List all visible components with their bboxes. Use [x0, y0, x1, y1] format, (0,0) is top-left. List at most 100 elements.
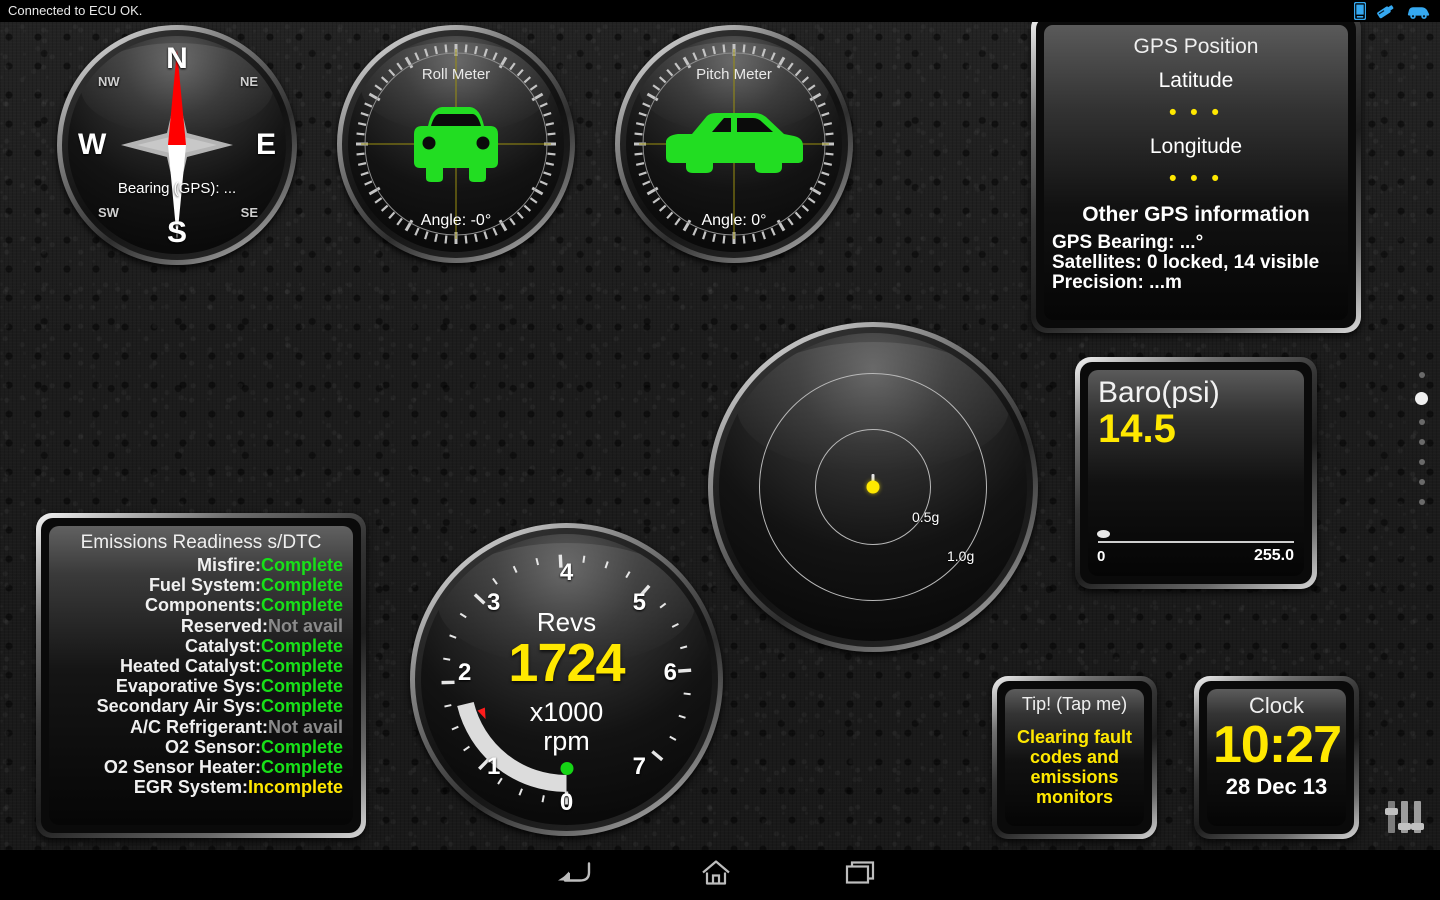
emissions-row: Heated Catalyst:Complete [59, 656, 343, 676]
emissions-row-status: Complete [260, 575, 343, 596]
gps-latitude-label: Latitude [1158, 69, 1234, 92]
emissions-panel-body: Emissions Readiness s/DTC Misfire:Comple… [49, 526, 353, 825]
page-dot[interactable] [1418, 439, 1425, 445]
compass-bearing-readout: Bearing (GPS): ... [117, 180, 237, 197]
emissions-row: Secondary Air Sys:Complete [59, 696, 343, 716]
emissions-row-label: O2 Sensor Heater: [103, 757, 261, 778]
emissions-row-label: Fuel System: [148, 575, 261, 596]
page-indicator[interactable] [1415, 372, 1428, 505]
emissions-row-label: Evaporative Sys: [115, 676, 261, 697]
status-bar: Connected to ECU OK. [0, 0, 1440, 22]
emissions-row-status: Complete [260, 736, 343, 757]
emissions-row-status: Incomplete [247, 777, 343, 798]
roll-meter-gauge[interactable]: Roll Meter Angle: -0° [337, 25, 575, 263]
compass-label-west: W [78, 128, 107, 161]
gps-panel-body: GPS Position Latitude • • • Longitude • … [1044, 25, 1348, 320]
status-bar-icons [1354, 2, 1432, 20]
compass-label-southwest: SW [98, 205, 119, 220]
gps-other-info-header: Other GPS information [1082, 203, 1310, 226]
emissions-row: O2 Sensor Heater:Complete [59, 757, 343, 777]
gps-latitude-value: • • • [1169, 101, 1223, 124]
car-front-icon [414, 107, 498, 182]
gmeter-position-dot [866, 480, 880, 494]
home-icon[interactable] [700, 859, 732, 892]
emissions-row: Misfire:Complete [59, 555, 343, 575]
tach-tick-3: 3 [487, 589, 501, 616]
emissions-row: Components:Complete [59, 595, 343, 615]
pitch-face: Pitch Meter Angle: 0° [626, 36, 842, 252]
page-dot[interactable] [1418, 499, 1425, 505]
compass-label-north: N [166, 42, 188, 75]
emissions-row-status: Complete [260, 555, 343, 575]
page-dot[interactable] [1415, 392, 1428, 405]
baro-panel[interactable]: Baro(psi) 14.5 0 255.0 [1075, 357, 1317, 589]
compass-face: N S W E NW NE SW SE Bearing (GPS): ... [68, 36, 286, 254]
gps-panel-inner: GPS Position Latitude • • • Longitude • … [1036, 17, 1356, 328]
recents-icon[interactable] [844, 859, 876, 892]
emissions-row-status: Complete [260, 676, 343, 697]
compass-label-southeast: SE [240, 205, 258, 220]
g-force-meter-gauge[interactable]: 0.5g 1.0g [708, 322, 1038, 652]
emissions-row: Evaporative Sys:Complete [59, 676, 343, 696]
emissions-readiness-panel[interactable]: Emissions Readiness s/DTC Misfire:Comple… [36, 513, 366, 838]
android-navigation-bar [0, 850, 1440, 900]
baro-label: Baro(psi) [1098, 376, 1220, 409]
emissions-row-status: Complete [260, 595, 343, 616]
emissions-row: Reserved:Not avail [59, 616, 343, 636]
page-dot[interactable] [1418, 419, 1425, 425]
emissions-row-status: Not avail [267, 716, 343, 737]
baro-panel-body: Baro(psi) 14.5 0 255.0 [1088, 370, 1304, 576]
emissions-row-label: A/C Refrigerant: [129, 716, 268, 737]
obd-dongle-icon[interactable] [1375, 2, 1397, 20]
tach-tick-4: 4 [559, 559, 574, 586]
tach-value-readout: 1724 [508, 633, 625, 693]
emissions-row-label: Components: [144, 595, 261, 616]
pitch-angle-readout: Angle: 0° [701, 212, 767, 229]
emissions-row-label: Catalyst: [184, 635, 261, 656]
emissions-row-status: Not avail [267, 615, 343, 636]
emissions-row-label: Misfire: [196, 555, 261, 575]
tip-panel-title: Tip! (Tap me) [1021, 694, 1128, 714]
car-icon[interactable] [1406, 2, 1432, 20]
emissions-row-list: Misfire:Complete Fuel System:Complete Comp… [59, 555, 343, 797]
tach-tick-2: 2 [458, 659, 472, 686]
emissions-row: A/C Refrigerant:Not avail [59, 717, 343, 737]
page-dot[interactable] [1418, 459, 1425, 465]
baro-panel-inner: Baro(psi) 14.5 0 255.0 [1080, 362, 1312, 584]
emissions-row-status: Complete [260, 696, 343, 717]
compass-label-east: E [255, 128, 276, 161]
clock-panel-inner: Clock 10:27 28 Dec 13 [1199, 681, 1354, 834]
pitch-meter-gauge[interactable]: Pitch Meter Angle: 0° [615, 25, 853, 263]
emissions-row: EGR System:Incomplete [59, 777, 343, 797]
page-dot[interactable] [1418, 372, 1425, 378]
gps-longitude-value: • • • [1169, 167, 1223, 190]
ecu-connection-status: Connected to ECU OK. [8, 3, 143, 18]
clock-panel[interactable]: Clock 10:27 28 Dec 13 [1194, 676, 1359, 839]
compass-label-south: S [166, 216, 188, 249]
roll-angle-readout: Angle: -0° [420, 212, 492, 229]
tablet-icon[interactable] [1354, 2, 1366, 20]
emissions-row: Fuel System:Complete [59, 575, 343, 595]
tach-tick-1: 1 [487, 753, 501, 780]
emissions-row-status: Complete [260, 656, 343, 677]
back-icon[interactable] [556, 860, 592, 891]
sliders-icon[interactable] [1382, 795, 1426, 842]
tach-tick-0: 0 [559, 789, 574, 816]
tach-status-dot [560, 762, 573, 775]
baro-range-min: 0 [1097, 548, 1106, 565]
tach-tick-6: 6 [663, 659, 677, 686]
emissions-panel-title: Emissions Readiness s/DTC [80, 532, 322, 553]
tachometer-gauge[interactable]: 0 1 2 3 4 5 6 7 Revs 1724 x1000 rpm [410, 523, 723, 836]
tip-panel[interactable]: Tip! (Tap me) Clearing fault codes and e… [992, 676, 1157, 839]
page-dot[interactable] [1418, 479, 1425, 485]
compass-gauge[interactable]: N S W E NW NE SW SE Bearing (GPS): ... [57, 25, 297, 265]
tach-tick-5: 5 [632, 589, 646, 616]
gps-position-panel[interactable]: GPS Position Latitude • • • Longitude • … [1031, 12, 1361, 333]
tip-panel-inner: Tip! (Tap me) Clearing fault codes and e… [997, 681, 1152, 834]
emissions-row-label: Heated Catalyst: [119, 656, 261, 677]
gmeter-label-10g: 1.0g [947, 548, 975, 564]
emissions-row: O2 Sensor:Complete [59, 737, 343, 757]
compass-label-northeast: NE [239, 74, 258, 89]
pitch-meter-title: Pitch Meter [696, 66, 772, 83]
emissions-row-label: EGR System: [133, 777, 248, 798]
